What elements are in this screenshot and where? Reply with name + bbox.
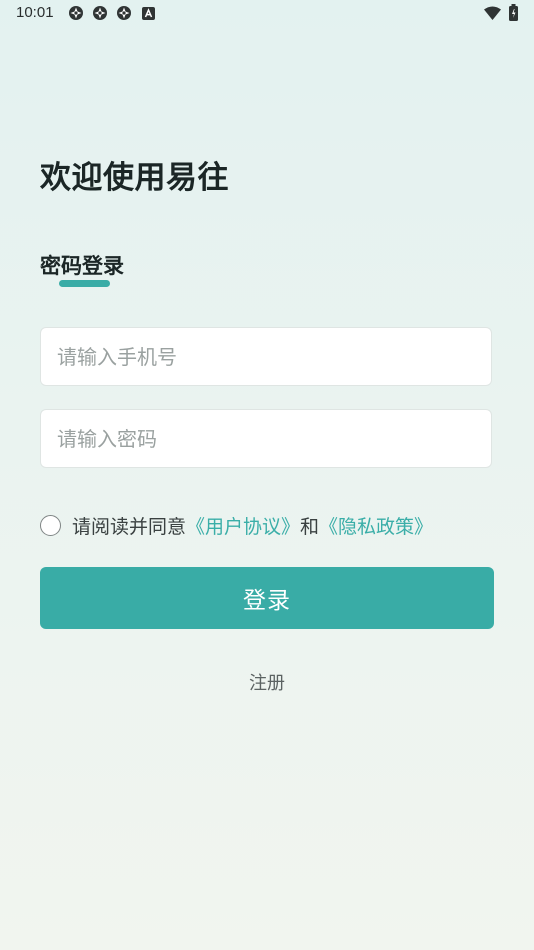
- agreement-row: 请阅读并同意 《用户协议》 和 《隐私政策》: [40, 511, 433, 539]
- phone-input[interactable]: [41, 328, 491, 385]
- phone-input-container: [40, 327, 492, 386]
- app-notification-icon: [93, 6, 107, 20]
- privacy-policy-link[interactable]: 《隐私政策》: [319, 512, 433, 539]
- battery-icon: [509, 4, 518, 21]
- app-notification-icon: [117, 6, 131, 20]
- wifi-icon: [484, 6, 501, 20]
- user-agreement-link[interactable]: 《用户协议》: [186, 512, 300, 539]
- app-notification-icon: [69, 6, 83, 20]
- tab-password-login[interactable]: 密码登录: [40, 250, 124, 280]
- a-badge-icon: [142, 7, 155, 20]
- register-link[interactable]: 注册: [0, 669, 534, 695]
- password-input[interactable]: [41, 410, 491, 467]
- agreement-prefix: 请阅读并同意: [72, 515, 187, 538]
- tab-active-indicator: [59, 280, 110, 287]
- status-time: 10:01: [16, 4, 54, 21]
- password-input-container: [40, 409, 492, 468]
- agreement-checkbox[interactable]: [40, 514, 61, 536]
- page-title: 欢迎使用易往: [40, 160, 229, 196]
- status-bar: 10:01: [0, 0, 534, 28]
- agreement-conjunction: 和: [300, 515, 320, 538]
- login-button[interactable]: 登录: [40, 567, 494, 629]
